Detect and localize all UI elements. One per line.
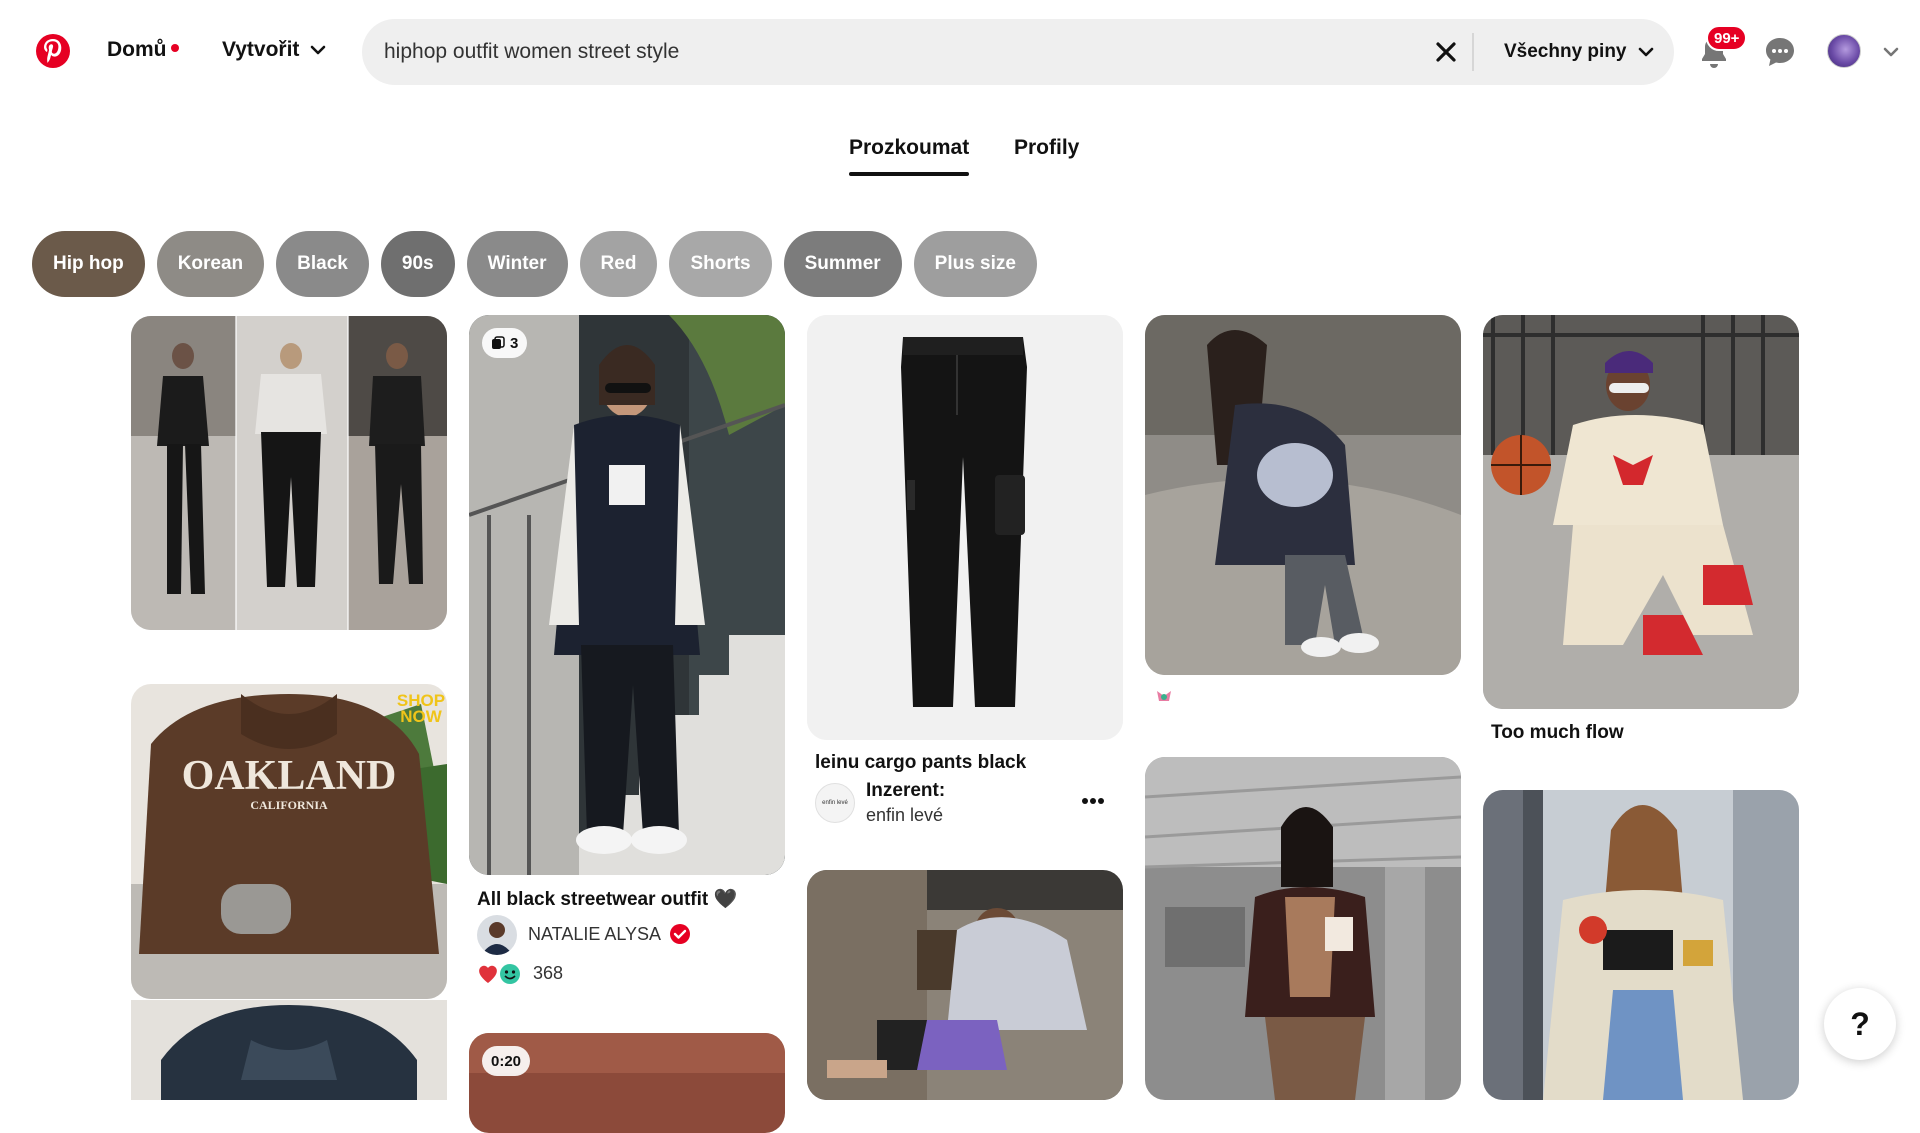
pinterest-p-icon [44, 39, 62, 63]
top-navigation: Domů Vytvořit Všechny piny 99+ [0, 0, 1920, 104]
pin-title[interactable]: Too much flow [1491, 722, 1624, 744]
carousel-count-badge: 3 [482, 328, 528, 358]
search-tabs: Prozkoumat Profily [0, 136, 1920, 186]
chip-black[interactable]: Black [276, 231, 369, 297]
search-input[interactable] [384, 19, 1414, 85]
pin-image[interactable] [1145, 757, 1461, 1100]
user-avatar[interactable] [1827, 34, 1861, 68]
video-duration-badge: 0:20 [482, 1046, 531, 1076]
carousel-icon [492, 336, 505, 349]
pin-filter-label: Všechny piny [1504, 41, 1627, 62]
oakland-hoodie-image: OAKLAND CALIFORNIA SHOP NOW [131, 684, 447, 999]
help-button[interactable]: ? [1824, 988, 1896, 1060]
hoodie-print-text: OAKLAND [182, 753, 397, 799]
tab-profiles[interactable]: Profily [1014, 136, 1079, 160]
nav-home-label: Domů [107, 38, 167, 61]
shop-now-line2: NOW [400, 707, 443, 726]
creator-avatar-image [477, 915, 517, 955]
more-options-icon[interactable] [1081, 797, 1105, 805]
pin-title[interactable]: leinu cargo pants black [815, 752, 1026, 774]
chip-plus-size[interactable]: Plus size [913, 231, 1037, 297]
chip-shorts[interactable]: Shorts [669, 231, 772, 297]
reactions-icon [479, 964, 520, 984]
hoodie-print-subtext: CALIFORNIA [250, 798, 328, 812]
advertiser-logo[interactable]: enfin levé [815, 783, 855, 823]
advertiser-name[interactable]: enfin levé [866, 805, 943, 826]
pin-filter-dropdown[interactable]: Všechny piny [1504, 41, 1655, 63]
pin-image[interactable] [1483, 790, 1799, 1100]
carousel-count: 3 [510, 334, 519, 352]
oversized-tee-outfit-image [1145, 315, 1461, 675]
pin-video[interactable]: 0:20 [469, 1033, 785, 1133]
chevron-down-icon [311, 45, 326, 55]
search-divider [1472, 33, 1474, 71]
pin-image[interactable]: OAKLAND CALIFORNIA SHOP NOW [131, 684, 447, 999]
pin-image[interactable] [807, 870, 1123, 1100]
unread-dot [170, 44, 179, 53]
varsity-jacket-outfit-image [469, 315, 785, 875]
pin-image[interactable]: 3 [469, 315, 785, 875]
chip-red[interactable]: Red [579, 231, 658, 297]
account-chevron-icon[interactable] [1881, 42, 1901, 62]
pinterest-logo[interactable] [36, 34, 70, 68]
outfit-collage-image [131, 316, 447, 630]
advertiser-logo-text: enfin levé [822, 800, 848, 806]
creator-name[interactable]: NATALIE ALYSA [528, 924, 661, 945]
basketball-outfit-image [1483, 315, 1799, 709]
chip-summer[interactable]: Summer [783, 231, 902, 297]
dark-hoodie-image [131, 1000, 447, 1100]
pin-image[interactable] [131, 1000, 447, 1100]
nav-create[interactable]: Vytvořit [222, 38, 327, 62]
nav-home[interactable]: Domů [107, 38, 179, 62]
pin-image[interactable] [807, 315, 1123, 740]
pin-image[interactable] [131, 316, 447, 630]
chevron-down-icon [1638, 47, 1653, 57]
creator-emoji-icon[interactable] [1153, 685, 1175, 707]
tab-explore[interactable]: Prozkoumat [849, 136, 970, 176]
nav-create-label: Vytvořit [222, 38, 300, 61]
chip-90s[interactable]: 90s [380, 231, 455, 297]
notifications-badge: 99+ [1706, 25, 1748, 51]
chip-hip-hop[interactable]: Hip hop [32, 231, 145, 297]
chip-winter[interactable]: Winter [466, 231, 568, 297]
parking-garage-outfit-image [1145, 757, 1461, 1100]
reaction-count: 368 [533, 963, 564, 983]
black-cargo-pants-image [807, 315, 1123, 740]
clear-search-icon[interactable] [1432, 38, 1460, 66]
messages-icon[interactable] [1763, 35, 1797, 69]
advertiser-label: Inzerent: [866, 780, 946, 801]
chip-korean[interactable]: Korean [156, 231, 265, 297]
search-bar: Všechny piny [362, 19, 1674, 85]
pin-image[interactable] [1483, 315, 1799, 709]
pin-title[interactable]: All black streetwear outfit 🖤 [477, 887, 737, 911]
hoodie-shorts-outfit-image [807, 870, 1123, 1100]
racing-jacket-outfit-image [1483, 790, 1799, 1100]
search-refinement-chips: Hip hop Korean Black 90s Winter Red Shor… [32, 231, 1037, 297]
pin-image[interactable] [1145, 315, 1461, 675]
creator-avatar[interactable] [477, 915, 517, 955]
verified-badge-icon [670, 924, 690, 944]
